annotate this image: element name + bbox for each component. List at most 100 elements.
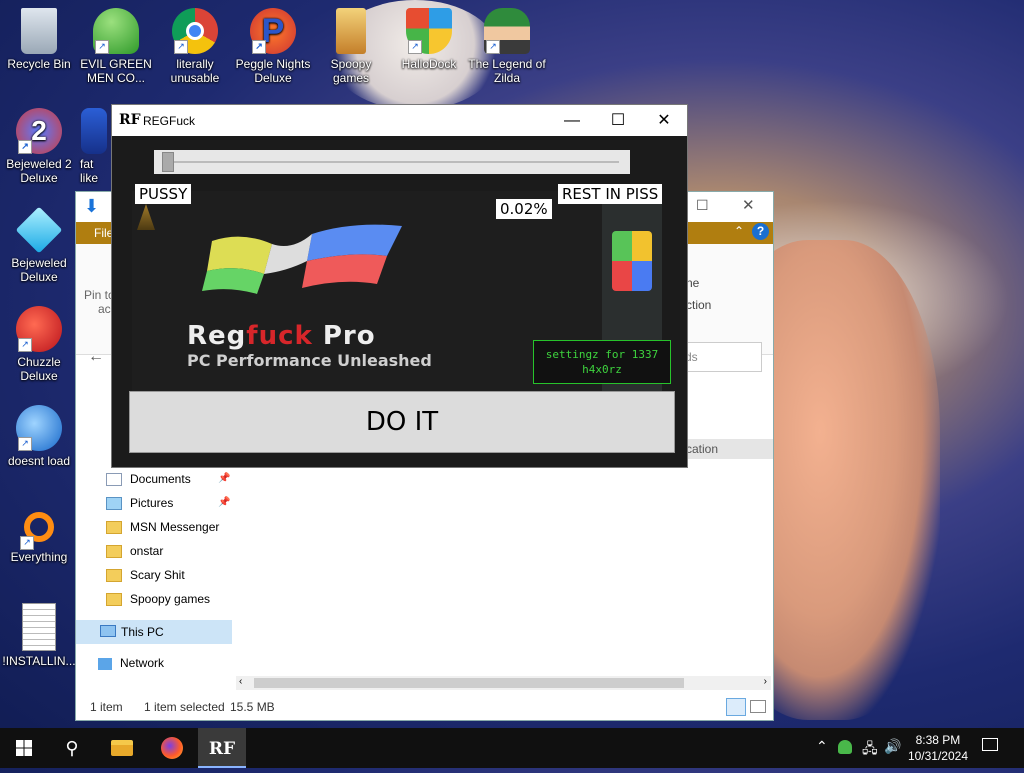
notifications-icon[interactable]: [982, 738, 998, 751]
desktop-icon-evil-green-men[interactable]: ↗ EVIL GREEN MEN CO...: [77, 8, 155, 85]
clock-time: 8:38 PM: [915, 733, 961, 747]
regfuck-window[interactable]: RF REGFuck — ☐ ✕ Regfuck Pro PC Performa…: [111, 104, 688, 468]
tiles-view-icon[interactable]: [750, 700, 766, 713]
desktop-icon-peggle[interactable]: P ↗ Peggle Nights Deluxe: [234, 8, 312, 85]
nav-pictures[interactable]: Pictures: [106, 496, 174, 511]
show-hidden-icons-icon[interactable]: ⌃: [816, 738, 828, 755]
maximize-icon[interactable]: ☐: [696, 197, 709, 214]
desktop-icon-fat-like[interactable]: fat like: [74, 108, 114, 185]
search-box[interactable]: ds: [676, 342, 762, 372]
nav-msn-messenger[interactable]: MSN Messenger: [106, 520, 220, 535]
desktop-icon-label: Peggle Nights Deluxe: [235, 57, 311, 85]
horizontal-scrollbar[interactable]: ‹ ›: [236, 676, 771, 690]
desktop-icon-spoopy-games[interactable]: Spoopy games: [312, 8, 390, 85]
start-button[interactable]: [0, 728, 48, 768]
taskbar-file-explorer[interactable]: [98, 728, 146, 768]
nav-documents[interactable]: Documents: [106, 472, 191, 487]
maximize-button[interactable]: ☐: [595, 105, 641, 136]
brand-part2: fuck: [246, 321, 313, 351]
shortcut-arrow-icon: ↗: [18, 437, 32, 451]
desktop-icon-legend-of-zilda[interactable]: ↗ The Legend of Zilda: [468, 8, 546, 85]
desktop-icon-recycle-bin[interactable]: Recycle Bin: [0, 8, 78, 71]
close-button[interactable]: ✕: [641, 105, 687, 136]
slider-thumb[interactable]: [162, 152, 175, 172]
settings-button[interactable]: settingz for 1337 h4x0rz: [533, 340, 671, 384]
close-icon: ✕: [657, 112, 671, 129]
scroll-left-icon[interactable]: ‹: [239, 676, 242, 687]
folder-icon: [106, 521, 122, 535]
nav-label: Network: [120, 656, 165, 670]
brand-part3: Pro: [312, 321, 376, 351]
window-title: REGFuck: [143, 114, 196, 128]
nav-network[interactable]: Network: [98, 656, 164, 670]
desktop-icon-literally-unusable[interactable]: ↗ literally unusable: [156, 8, 234, 85]
desktop-icon-label: Bejeweled 2 Deluxe: [6, 157, 72, 185]
desktop-icon-label: The Legend of Zilda: [468, 57, 546, 85]
documents-icon: [106, 473, 122, 487]
nav-label: onstar: [130, 544, 164, 558]
taskbar-firefox[interactable]: [148, 728, 196, 768]
taskbar-regfuck[interactable]: RF: [198, 728, 246, 768]
minimize-icon: —: [564, 112, 580, 129]
back-arrow-icon[interactable]: ←: [88, 348, 104, 366]
network-tray-icon[interactable]: 🖧: [862, 738, 878, 762]
desktop-icon-label: Spoopy games: [330, 57, 372, 85]
ribbon-fragment-b: ction: [686, 298, 712, 312]
app-logo: RF: [119, 112, 141, 128]
details-view-icon[interactable]: [726, 698, 746, 716]
scrollbar-thumb[interactable]: [254, 678, 684, 688]
download-arrow-icon: ⬇: [84, 196, 100, 216]
nav-label: Spoopy games: [130, 592, 211, 606]
nav-label: Pictures: [130, 496, 174, 510]
status-item-count: 1 item: [90, 700, 123, 714]
desktop-icon-doesnt-load[interactable]: ↗ doesnt load: [0, 405, 78, 468]
level-slider[interactable]: [154, 150, 630, 174]
nav-label: MSN Messenger: [130, 520, 220, 534]
shortcut-arrow-icon: ↗: [20, 536, 34, 550]
chuzzle-icon: ↗: [16, 306, 62, 352]
recycle-bin-icon: [21, 8, 57, 54]
app-titlebar[interactable]: RF REGFuck — ☐ ✕: [112, 105, 687, 136]
zelda-icon: ↗: [484, 8, 530, 54]
search-button[interactable]: ⚲: [48, 728, 96, 768]
desktop-icon-label: doesnt load: [7, 454, 71, 468]
folder-icon: [336, 8, 366, 54]
ribbon-fragment-a: ne: [686, 276, 700, 290]
desktop-icon-everything[interactable]: ↗ Everything: [0, 504, 78, 564]
do-it-button[interactable]: DO IT: [129, 391, 675, 453]
music-icon: [81, 108, 107, 154]
nav-scary-shit[interactable]: Scary Shit: [106, 568, 185, 583]
search-icon: ⚲: [65, 738, 79, 758]
clock-date: 10/31/2024: [907, 749, 968, 763]
close-icon[interactable]: ✕: [742, 196, 755, 214]
clock[interactable]: 8:38 PM 10/31/2024: [908, 732, 968, 764]
desktop-icon-chuzzle[interactable]: ↗ Chuzzle Deluxe: [0, 306, 78, 383]
help-icon[interactable]: ?: [752, 223, 769, 240]
maximize-icon: ☐: [610, 112, 626, 129]
nav-this-pc[interactable]: This PC: [76, 620, 232, 644]
pictures-icon: [106, 497, 122, 511]
desktop-icon-hallodock[interactable]: ↗ HalloDock: [390, 8, 468, 71]
brand-tagline: PC Performance Unleashed: [187, 351, 432, 370]
status-bar: 1 item 1 item selected 15.5 MB: [76, 694, 773, 720]
nav-onstar[interactable]: onstar: [106, 544, 164, 559]
shortcut-arrow-icon: ↗: [174, 40, 188, 54]
nav-spoopy-games[interactable]: Spoopy games: [106, 592, 211, 607]
minimize-button[interactable]: —: [549, 105, 595, 136]
desktop-icon-label: Recycle Bin: [7, 57, 71, 71]
desktop-icon-installing[interactable]: !INSTALLIN...: [0, 603, 78, 668]
brand-part1: Reg: [187, 321, 247, 351]
scroll-right-icon[interactable]: ›: [764, 676, 767, 687]
msn-people-icon: ↗: [93, 8, 139, 54]
people-tray-icon[interactable]: [838, 740, 852, 754]
desktop-icon-bejeweled[interactable]: Bejeweled Deluxe: [0, 206, 78, 284]
collapse-ribbon-icon[interactable]: ⌃: [734, 224, 744, 238]
nav-label: Documents: [130, 472, 191, 486]
desktop-icon-label: literally unusable: [170, 57, 220, 85]
column-header-location[interactable]: cation: [686, 442, 718, 456]
percent-readout: 0.02%: [496, 199, 552, 219]
desktop-icon-bejeweled-2[interactable]: 2 ↗ Bejeweled 2 Deluxe: [0, 108, 78, 185]
shortcut-arrow-icon: ↗: [18, 338, 32, 352]
volume-tray-icon[interactable]: 🔊: [884, 738, 901, 755]
folder-icon: [106, 545, 122, 559]
